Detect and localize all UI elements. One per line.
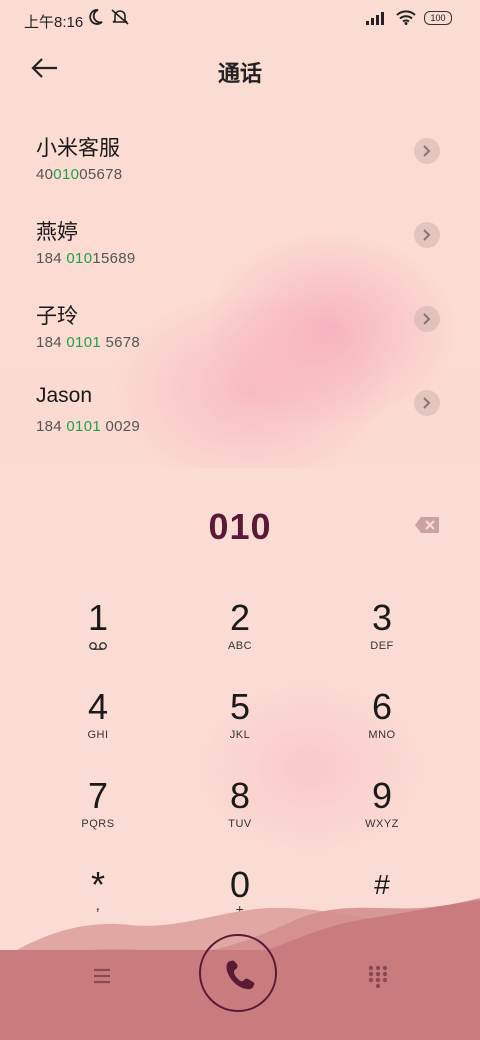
backspace-icon: [415, 517, 439, 533]
key-letters: MNO: [368, 729, 396, 741]
status-icons-right: 100: [366, 10, 452, 25]
key-2[interactable]: 2 ABC: [180, 598, 300, 678]
dialed-number: 010: [208, 506, 272, 547]
status-icons-left: [88, 8, 130, 26]
contact-detail-button[interactable]: [414, 138, 440, 164]
key-letters: ABC: [227, 640, 253, 652]
key-digit: 1: [87, 597, 109, 638]
contact-number: 4001005678: [36, 166, 123, 183]
call-button[interactable]: [199, 934, 277, 1012]
dialpad-icon: [368, 965, 388, 989]
contact-name: Jason: [36, 384, 93, 407]
header: 通话: [0, 40, 480, 100]
key-letters: JKL: [229, 729, 251, 741]
contact-item[interactable]: 子玲 184 0101 5678: [0, 288, 480, 372]
moon-icon: [89, 9, 103, 25]
key-letters: WXYZ: [365, 818, 399, 830]
contact-detail-button[interactable]: [414, 390, 440, 416]
chevron-right-icon: [423, 229, 431, 241]
contact-name: 小米客服: [36, 137, 120, 160]
contact-item[interactable]: 燕婷 184 01015689: [0, 204, 480, 288]
dial-display: 010: [0, 500, 480, 560]
key-6[interactable]: 6 MNO: [322, 687, 442, 767]
key-3[interactable]: 3 DEF: [322, 598, 442, 678]
key-digit: 6: [371, 686, 393, 727]
key-digit: 5: [229, 686, 251, 727]
key-1[interactable]: 1: [38, 598, 158, 678]
key-letters: PQRS: [81, 818, 115, 830]
voicemail-icon: [89, 642, 107, 650]
wifi-icon: [396, 10, 416, 25]
key-digit: 9: [371, 775, 393, 816]
bottom-bar: [0, 930, 480, 1040]
key-letters: GHI: [87, 729, 109, 741]
contact-item[interactable]: Jason 184 0101 0029: [0, 372, 480, 456]
menu-button[interactable]: [88, 964, 116, 988]
key-letters: TUV: [228, 818, 252, 830]
key-7[interactable]: 7 PQRS: [38, 776, 158, 856]
key-digit: 8: [229, 775, 251, 816]
status-time: 上午8:16: [24, 14, 84, 31]
contact-number: 184 0101 0029: [36, 418, 141, 435]
key-4[interactable]: 4 GHI: [38, 687, 158, 767]
page-title: 通话: [217, 61, 262, 86]
chevron-right-icon: [423, 145, 431, 157]
backspace-button[interactable]: [414, 516, 440, 534]
contact-name: 燕婷: [36, 221, 78, 244]
key-digit: 7: [87, 775, 109, 816]
contact-number: 184 0101 5678: [36, 334, 141, 351]
battery-icon: 100: [424, 10, 452, 25]
chevron-right-icon: [423, 397, 431, 409]
signal-icon: [366, 11, 384, 25]
key-8[interactable]: 8 TUV: [180, 776, 300, 856]
contact-item[interactable]: 小米客服 4001005678: [0, 120, 480, 204]
contact-number: 184 01015689: [36, 250, 136, 267]
key-letters: DEF: [370, 640, 394, 652]
key-5[interactable]: 5 JKL: [180, 687, 300, 767]
key-digit: 3: [371, 597, 393, 638]
menu-icon: [94, 968, 110, 984]
keypad-toggle-button[interactable]: [366, 964, 390, 989]
chevron-right-icon: [423, 313, 431, 325]
key-digit: 2: [229, 597, 251, 638]
contact-detail-button[interactable]: [414, 306, 440, 332]
contact-name: 子玲: [36, 305, 78, 328]
key-digit: 4: [87, 686, 109, 727]
status-bar: 上午8:16 100: [0, 0, 480, 40]
bell-muted-icon: [111, 9, 129, 25]
key-9[interactable]: 9 WXYZ: [322, 776, 442, 856]
phone-icon: [226, 960, 255, 990]
contact-detail-button[interactable]: [414, 222, 440, 248]
